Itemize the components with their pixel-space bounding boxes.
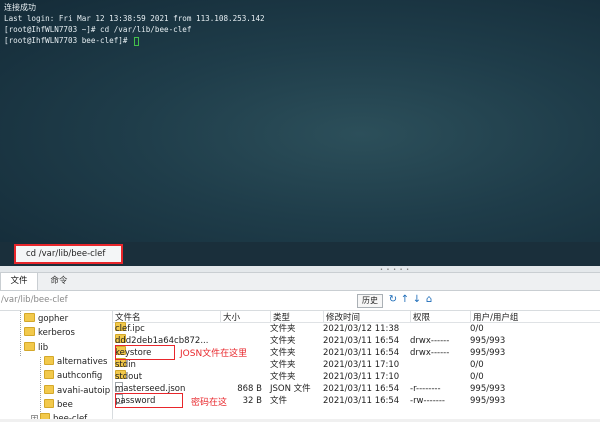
folder-icon (44, 385, 54, 394)
folder-open-icon (24, 342, 35, 351)
command-input[interactable]: cd /var/lib/bee-clef (14, 244, 123, 264)
terminal-line: 连接成功 (4, 3, 36, 12)
file-modified: 2021/03/11 16:54 (323, 384, 400, 394)
tree-item-kerberos[interactable]: kerberos (24, 326, 75, 340)
terminal-line: Last login: Fri Mar 12 13:38:59 2021 fro… (4, 14, 265, 23)
file-owner: 995/993 (470, 348, 506, 358)
tree-item-avahi-autoip[interactable]: avahi-autoip (44, 384, 110, 398)
terminal-line: [root@IhfWLN7703 ~]# cd /var/lib/bee-cle… (0, 24, 600, 35)
tab-bar: 文件 命令 (0, 273, 600, 291)
folder-icon (24, 327, 35, 336)
tree-item-bee[interactable]: bee (44, 398, 73, 412)
tree-item-label: lib (38, 343, 49, 353)
keystore-annotation: JOSN文件在这里 (180, 349, 248, 359)
file-type: 文件 (270, 396, 288, 406)
file-row[interactable]: masterseed.json 868 B JSON 文件 2021/03/11… (113, 382, 600, 395)
terminal-cursor (134, 36, 140, 46)
file-permissions: -r-------- (410, 384, 441, 394)
folder-icon (44, 399, 54, 408)
pane-splitter[interactable]: • • • • • (0, 266, 600, 273)
file-size: 868 B (237, 384, 262, 394)
file-type: JSON 文件 (270, 384, 311, 394)
password-annotation: 密码在这 (191, 398, 228, 408)
tree-item-label: avahi-autoip (57, 386, 111, 396)
tree-item-gopher[interactable]: gopher (24, 312, 68, 326)
file-list-header: 文件名 大小 类型 修改时间 权限 用户/用户组 (113, 311, 600, 323)
file-row[interactable]: clef.ipc 文件夹 2021/03/12 11:38 0/0 (113, 322, 600, 335)
file-owner: 0/0 (470, 360, 484, 370)
file-type: 文件夹 (270, 372, 296, 382)
path-input[interactable]: /var/lib/bee-clef (1, 295, 68, 305)
file-row[interactable]: stdin 文件夹 2021/03/11 17:10 0/0 (113, 358, 600, 371)
folder-icon (44, 356, 54, 365)
terminal-area[interactable]: 连接成功 Last login: Fri Mar 12 13:38:59 202… (0, 0, 600, 244)
file-row[interactable]: stdout 文件夹 2021/03/11 17:10 0/0 (113, 370, 600, 383)
file-owner: 0/0 (470, 324, 484, 334)
file-permissions: -rw------- (410, 396, 445, 406)
tab-files[interactable]: 文件 (0, 273, 38, 290)
tree-item-label: kerberos (38, 328, 75, 338)
file-modified: 2021/03/11 16:54 (323, 336, 400, 346)
tree-item-label: authconfig (57, 371, 103, 381)
refresh-icon[interactable]: ↻ (388, 294, 398, 306)
folder-tree: gopher kerberos lib alternatives authcon… (0, 311, 113, 424)
tree-item-lib[interactable]: lib (24, 341, 48, 355)
upload-icon[interactable]: ↑ (400, 294, 410, 306)
column-header-size[interactable]: 大小 (220, 311, 240, 323)
keystore-highlight-box (115, 345, 175, 360)
home-icon[interactable]: ⌂ (424, 294, 434, 306)
file-row[interactable]: password 32 B 文件 2021/03/11 16:54 -rw---… (113, 394, 600, 407)
terminal-line-text: [root@IhfWLN7703 ~]# cd /var/lib/bee-cle… (4, 25, 192, 34)
file-type: 文件夹 (270, 348, 296, 358)
file-list: 文件名 大小 类型 修改时间 权限 用户/用户组 clef.ipc 文件夹 20… (113, 311, 600, 422)
tree-item-alternatives[interactable]: alternatives (44, 355, 107, 369)
password-highlight-box (115, 393, 183, 408)
path-bar: /var/lib/bee-clef 历史 ↻ ↑ ↓ ⌂ (0, 291, 600, 311)
file-type: 文件夹 (270, 336, 296, 346)
file-permissions: drwx------ (410, 348, 450, 358)
file-owner: 995/993 (470, 336, 506, 346)
command-bar: cd /var/lib/bee-clef (0, 242, 600, 266)
download-icon[interactable]: ↓ (412, 294, 422, 306)
tree-item-label: alternatives (57, 357, 108, 367)
folder-icon (44, 370, 54, 379)
tree-item-authconfig[interactable]: authconfig (44, 369, 102, 383)
file-type: 文件夹 (270, 324, 296, 334)
file-owner: 995/993 (470, 384, 506, 394)
file-owner: 0/0 (470, 372, 484, 382)
column-header-modified[interactable]: 修改时间 (323, 311, 360, 323)
file-permissions: drwx------ (410, 336, 450, 346)
tree-guide-line (20, 311, 21, 356)
column-header-type[interactable]: 类型 (270, 311, 290, 323)
file-modified: 2021/03/12 11:38 (323, 324, 400, 334)
file-type: 文件夹 (270, 360, 296, 370)
terminal-prompt: [root@IhfWLN7703 bee-clef]# (4, 36, 133, 45)
file-modified: 2021/03/11 16:54 (323, 348, 400, 358)
file-owner: 995/993 (470, 396, 506, 406)
tab-commands[interactable]: 命令 (44, 273, 74, 290)
file-modified: 2021/03/11 16:54 (323, 396, 400, 406)
history-button[interactable]: 历史 (357, 294, 383, 308)
column-header-permissions[interactable]: 权限 (410, 311, 430, 323)
tree-item-label: bee (57, 400, 73, 410)
column-header-owner[interactable]: 用户/用户组 (470, 311, 518, 323)
file-modified: 2021/03/11 17:10 (323, 372, 400, 382)
file-modified: 2021/03/11 17:10 (323, 360, 400, 370)
terminal-prompt-line: [root@IhfWLN7703 bee-clef]# (0, 35, 600, 46)
tree-item-label: gopher (38, 314, 69, 324)
folder-icon (24, 313, 35, 322)
